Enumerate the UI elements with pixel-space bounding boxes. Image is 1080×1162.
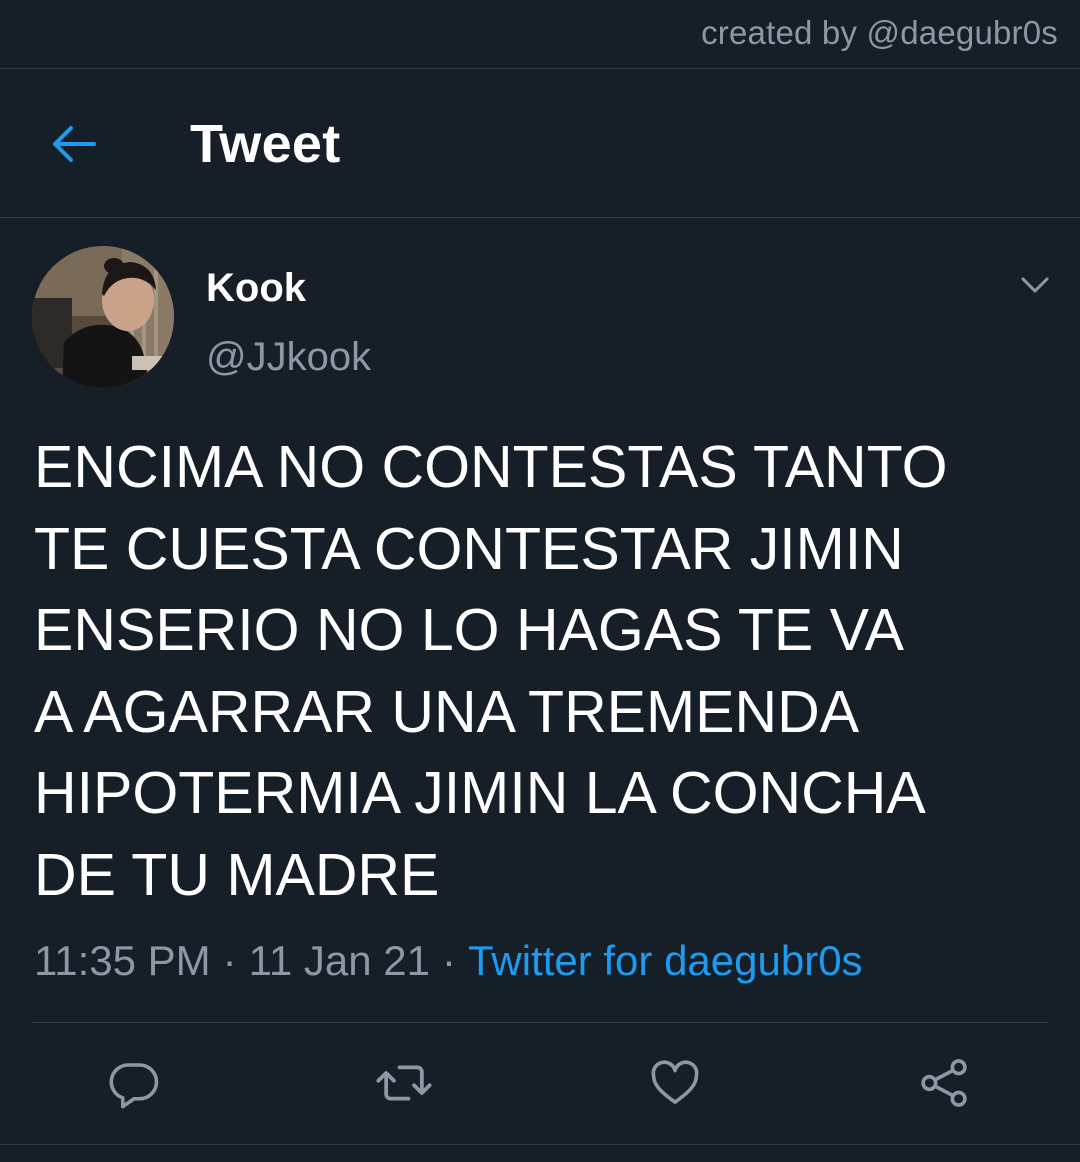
divider xyxy=(32,1022,1048,1023)
author-display-name[interactable]: Kook xyxy=(206,266,306,311)
retweet-button[interactable] xyxy=(366,1045,442,1121)
tweet-actions xyxy=(0,1045,1080,1121)
tweet-meta: 11:35 PM · 11 Jan 21 · Twitter for daegubr0s xyxy=(34,937,863,985)
reply-icon xyxy=(109,1063,159,1109)
watermark-text: created by @daegubr0s xyxy=(701,14,1058,51)
tweet-text: ENCIMA NO CONTESTAS TANTO TE CUESTA CONT… xyxy=(34,434,948,908)
like-button[interactable] xyxy=(637,1045,713,1121)
retweet-icon xyxy=(376,1065,432,1101)
more-options-button[interactable] xyxy=(1010,262,1060,308)
tweet-time[interactable]: 11:35 PM xyxy=(34,937,211,984)
heart-icon xyxy=(651,1060,699,1104)
reply-button[interactable] xyxy=(96,1045,172,1121)
share-button[interactable] xyxy=(906,1045,982,1121)
avatar[interactable] xyxy=(32,246,174,388)
back-button[interactable] xyxy=(38,109,108,179)
meta-separator: · xyxy=(442,937,457,984)
watermark-bar: created by @daegubr0s xyxy=(0,0,1080,69)
tweet-date[interactable]: 11 Jan 21 xyxy=(249,937,430,984)
top-app-bar: Tweet xyxy=(0,69,1080,218)
chevron-down-icon xyxy=(1021,277,1049,293)
divider xyxy=(0,1144,1080,1145)
arrow-left-icon xyxy=(53,126,96,162)
profile-photo xyxy=(32,246,174,388)
share-icon xyxy=(921,1059,967,1107)
tweet-source-link[interactable]: Twitter for daegubr0s xyxy=(468,937,863,984)
page-title: Tweet xyxy=(190,114,341,174)
meta-separator: · xyxy=(222,937,237,984)
author-handle[interactable]: @JJkook xyxy=(206,335,371,380)
